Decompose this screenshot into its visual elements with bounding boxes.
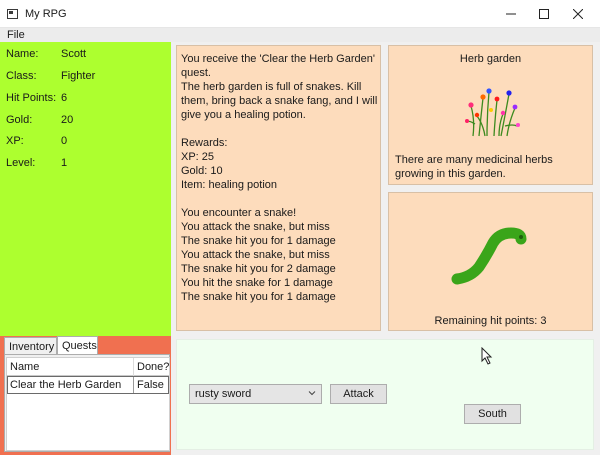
tab-quests[interactable]: Quests (57, 336, 98, 355)
mouse-cursor-icon (481, 347, 493, 365)
menu-bar: File (0, 28, 600, 42)
menu-file[interactable]: File (7, 29, 25, 41)
minimize-icon (506, 13, 516, 15)
message-line: The snake hit you for 1 damage (181, 291, 336, 303)
stat-label: Name: (6, 48, 39, 60)
message-line: The snake hit you for 2 damage (181, 263, 336, 275)
quests-grid[interactable]: Name Done? Clear the Herb Garden False (6, 357, 170, 451)
tab-inventory[interactable]: Inventory (4, 337, 57, 355)
stat-label: Hit Points: (6, 92, 57, 104)
message-line: You attack the snake, but miss (181, 221, 330, 233)
attack-button[interactable]: Attack (330, 384, 387, 404)
chevron-down-icon (308, 391, 316, 396)
message-line: You hit the snake for 1 damage (181, 277, 333, 289)
south-button[interactable]: South (464, 404, 521, 424)
stat-label: Gold: (6, 114, 33, 126)
message-line: The herb garden is full of snakes. Kill (181, 81, 362, 93)
quest-name-cell: Clear the Herb Garden (10, 379, 122, 391)
message-line: Gold: 10 (181, 165, 223, 177)
message-line: The snake hit you for 1 damage (181, 235, 336, 247)
inventory-quests-panel: Inventory Quests Name Done? Clear the He… (0, 336, 171, 455)
message-line: quest. (181, 67, 211, 79)
quest-done-cell: False (137, 379, 164, 391)
message-line: Rewards: (181, 137, 228, 149)
column-header-name[interactable]: Name (10, 361, 39, 373)
weapon-selected-value: rusty sword (195, 388, 252, 400)
stat-value: 0 (61, 135, 68, 147)
close-icon (573, 9, 583, 19)
location-name: Herb garden (459, 53, 522, 65)
monster-panel: Remaining hit points: 3 (388, 192, 593, 331)
weapon-dropdown[interactable]: rusty sword (189, 384, 322, 404)
snake-icon (451, 227, 527, 285)
message-line: You attack the snake, but miss (181, 249, 330, 261)
title-bar: My RPG (0, 0, 600, 28)
message-line: You encounter a snake! (181, 207, 297, 219)
monster-hit-points: Remaining hit points: 3 (434, 315, 547, 327)
grid-header: Name Done? (7, 358, 169, 376)
minimize-button[interactable] (493, 0, 529, 28)
app-window-icon (7, 9, 18, 19)
window-title: My RPG (25, 8, 67, 20)
location-description: There are many medicinal herbs growing i… (395, 154, 553, 180)
stat-value: Scott (61, 48, 87, 60)
stat-value: 6 (61, 92, 68, 104)
column-divider[interactable] (133, 358, 134, 376)
stat-label: Class: (6, 70, 37, 82)
message-line: them, bring back a snake fang, and I wil… (181, 95, 378, 107)
message-line: You receive the 'Clear the Herb Garden' (181, 53, 375, 65)
column-divider (133, 377, 134, 393)
message-line: Item: healing potion (181, 179, 278, 191)
stat-label: Level: (6, 157, 36, 169)
stat-label: XP: (6, 135, 24, 147)
messages-log[interactable]: You receive the 'Clear the Herb Garden' … (176, 45, 381, 331)
table-row[interactable]: Clear the Herb Garden False (7, 376, 169, 394)
herb-garden-icon (465, 88, 520, 137)
stat-value: 1 (61, 157, 68, 169)
stat-value: 20 (61, 114, 74, 126)
message-line: give you a healing potion. (181, 109, 306, 121)
player-stats-panel: Name: Scott Class: Fighter Hit Points: 6… (0, 42, 171, 336)
maximize-icon (539, 9, 549, 19)
quests-tab-content: Name Done? Clear the Herb Garden False (4, 354, 170, 452)
stat-value: Fighter (61, 70, 96, 82)
column-header-done[interactable]: Done? (137, 361, 169, 373)
close-button[interactable] (560, 0, 596, 28)
message-line: XP: 25 (181, 151, 215, 163)
maximize-button[interactable] (526, 0, 562, 28)
location-panel: Herb garden There are many medicinal her… (388, 45, 593, 185)
